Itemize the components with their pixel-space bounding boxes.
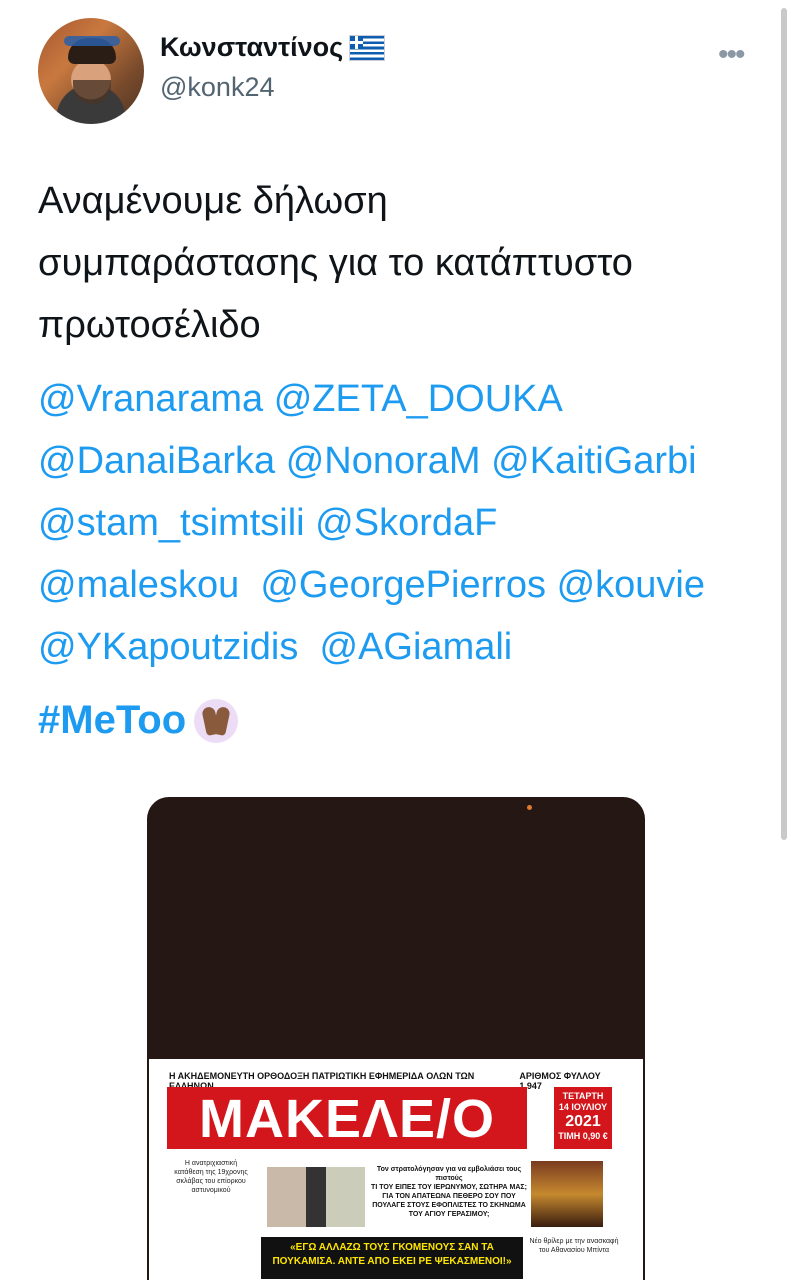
scrollbar[interactable] — [781, 8, 787, 840]
mentions-block: @Vranarama @ZETA_DOUKA @DanaiBarka @Nono… — [38, 368, 778, 678]
author-name-row[interactable]: Κωνσταντίνος — [160, 32, 386, 63]
mention-link[interactable]: @ZETA_DOUKA — [274, 378, 563, 420]
newspaper-date-box: ΤΕΤΑΡΤΗ 14 ΙΟΥΛΙΟΥ 2021 ΤΙΜΗ 0,90 € — [554, 1087, 612, 1149]
mention-link[interactable]: @GeorgePierros — [260, 564, 546, 606]
avatar-beard — [73, 80, 111, 104]
mention-line: @stam_tsimtsili @SkordaF — [38, 492, 778, 554]
newspaper-year: 2021 — [565, 1113, 601, 1130]
mention-link[interactable]: @Vranarama — [38, 378, 263, 420]
newspaper-left-text: Η ανατριχιαστική κατάθεση της 19χρονης σ… — [174, 1160, 248, 1194]
more-options-icon[interactable]: ••• — [718, 38, 745, 72]
mention-line: @Vranarama @ZETA_DOUKA — [38, 368, 778, 430]
mention-line: @DanaiBarka @NonoraM @KaitiGarbi — [38, 430, 778, 492]
raised-hands-icon — [194, 698, 239, 743]
newspaper-photo — [267, 1167, 365, 1227]
mention-link[interactable]: @SkordaF — [315, 502, 497, 544]
hashtag-link[interactable]: #MeToo — [38, 698, 239, 743]
hashtag-text[interactable]: #MeToo — [38, 698, 186, 743]
newspaper-side-text: Νέο θρίλερ με την ανασκαφή του Αθανασίου… — [529, 1238, 619, 1254]
newspaper-date: 14 ΙΟΥΛΙΟΥ — [558, 1102, 608, 1112]
tweet-media-image[interactable]: Η ΑΚΗΔΕΜΟΝΕΥΤΗ ΟΡΘΟΔΟΞΗ ΠΑΤΡΙΩΤΙΚΗ ΕΦΗΜΕ… — [147, 797, 645, 1280]
mention-line: @YKapoutzidis @AGiamali — [38, 616, 778, 678]
mention-link[interactable]: @KaitiGarbi — [491, 440, 696, 482]
newspaper-photo — [531, 1161, 603, 1227]
newspaper-headline-intro: Τον στρατολόγησαν για να εμβολιάσει τους… — [376, 1166, 522, 1182]
tweet-text: Αναμένουμε δήλωση συμπαράστασης για το κ… — [38, 170, 758, 356]
author-handle[interactable]: @konk24 — [160, 72, 274, 103]
greece-flag-icon — [349, 34, 386, 61]
newspaper-price: ΤΙΜΗ 0,90 € — [558, 1131, 608, 1141]
mention-link[interactable]: @NonoraM — [286, 440, 481, 482]
tweet-line: πρωτοσέλιδο — [38, 304, 261, 346]
tweet-line: συμπαράστασης για το κατάπτυστο — [38, 242, 633, 284]
newspaper-masthead: ΜΑΚΕΛΕ/Ο — [167, 1087, 527, 1149]
mention-link[interactable]: @DanaiBarka — [38, 440, 275, 482]
tweet-line: Αναμένουμε δήλωση — [38, 180, 388, 222]
mention-line: @maleskou @GeorgePierros @kouvie — [38, 554, 778, 616]
newspaper-headline: Τον στρατολόγησαν για να εμβολιάσει τους… — [371, 1165, 527, 1219]
avatar-sunglasses — [64, 36, 120, 46]
newspaper-day: ΤΕΤΑΡΤΗ — [562, 1091, 604, 1101]
mention-link[interactable]: @kouvie — [557, 564, 705, 606]
newspaper-quote: «ΕΓΩ ΑΛΛΑΖΩ ΤΟΥΣ ΓΚΟΜΕΝΟΥΣ ΣΑΝ ΤΑ ΠΟΥΚΑΜ… — [261, 1237, 523, 1279]
newspaper-front-page: Η ΑΚΗΔΕΜΟΝΕΥΤΗ ΟΡΘΟΔΟΞΗ ΠΑΤΡΙΩΤΙΚΗ ΕΦΗΜΕ… — [149, 1059, 643, 1280]
mention-link[interactable]: @YKapoutzidis — [38, 626, 298, 668]
mention-link[interactable]: @maleskou — [38, 564, 239, 606]
author-display-name[interactable]: Κωνσταντίνος — [160, 32, 343, 63]
newspaper-headline-main: ΤΙ ΤΟΥ ΕΙΠΕΣ ΤΟΥ ΙΕΡΩΝΥΜΟΥ, ΣΩΤΗΡΑ ΜΑΣ; … — [371, 1184, 527, 1218]
mention-link[interactable]: @stam_tsimtsili — [38, 502, 305, 544]
avatar[interactable] — [38, 18, 144, 124]
camera-dot — [527, 805, 532, 810]
mention-link[interactable]: @AGiamali — [320, 626, 513, 668]
